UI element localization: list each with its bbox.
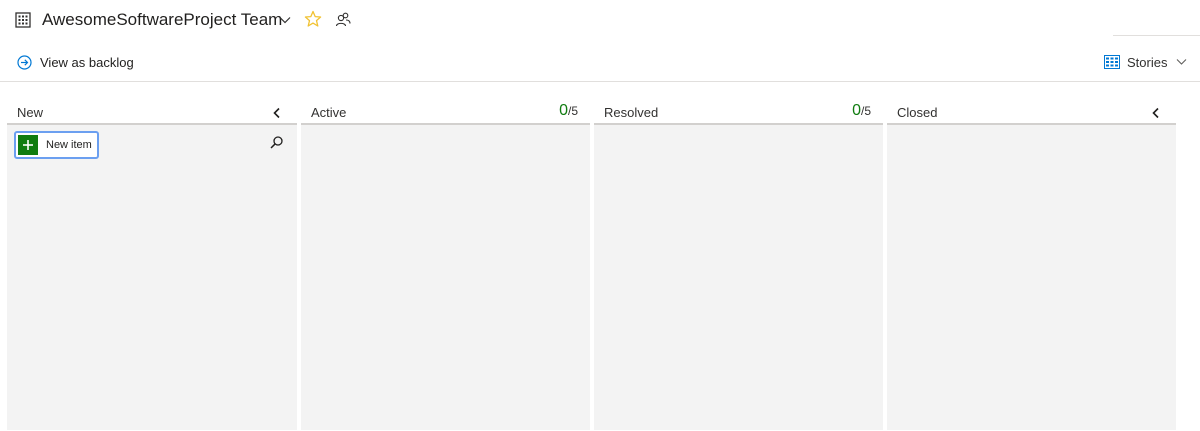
new-item-button[interactable]: New item [14, 131, 99, 159]
chevron-down-icon [1177, 59, 1187, 65]
view-as-backlog-label: View as backlog [40, 54, 134, 70]
arrow-circle-right-icon [17, 54, 32, 70]
column-header: New [7, 100, 297, 125]
column-header: Resolved 0/5 [594, 100, 883, 125]
collapse-column-icon[interactable] [272, 107, 282, 119]
column-title: New [17, 105, 44, 120]
board-header: AwesomeSoftwareProject Team [0, 0, 1200, 40]
collapse-column-icon[interactable] [1151, 107, 1161, 119]
search-icon[interactable] [269, 135, 284, 150]
team-members-icon[interactable] [335, 11, 351, 27]
column-active: Active 0/5 [301, 100, 590, 430]
column-header: Active 0/5 [301, 100, 590, 125]
view-as-backlog-button[interactable]: View as backlog [17, 52, 134, 72]
backlog-level-icon [1104, 55, 1120, 69]
wip-limit: /5 [567, 104, 578, 118]
column-new: New New item [7, 100, 297, 430]
board-toolbar: View as backlog Stories [0, 41, 1200, 82]
header-divider [1113, 35, 1200, 36]
wip-count: 0/5 [852, 102, 871, 120]
plus-icon [18, 135, 38, 155]
column-title: Active [311, 105, 347, 120]
backlog-level-picker[interactable]: Stories [1104, 52, 1187, 72]
column-body: New item [7, 125, 297, 430]
wip-current: 0 [559, 102, 568, 119]
board-grid-icon [15, 12, 31, 28]
wip-count: 0/5 [559, 102, 578, 120]
new-item-label: New item [46, 139, 92, 151]
star-icon[interactable] [304, 10, 322, 28]
team-name[interactable]: AwesomeSoftwareProject Team [42, 10, 282, 30]
column-header: Closed [887, 100, 1176, 125]
column-body [594, 125, 883, 430]
column-body [301, 125, 590, 430]
kanban-board: New New item Active 0/5 Resolved 0/5 Clo… [0, 83, 1200, 431]
chevron-down-icon[interactable] [279, 15, 291, 25]
column-body [887, 125, 1176, 430]
wip-limit: /5 [860, 104, 871, 118]
column-closed: Closed [887, 100, 1176, 430]
backlog-level-label: Stories [1127, 54, 1168, 70]
column-resolved: Resolved 0/5 [594, 100, 883, 430]
wip-current: 0 [852, 102, 861, 119]
column-title: Closed [897, 105, 938, 120]
column-title: Resolved [604, 105, 659, 120]
